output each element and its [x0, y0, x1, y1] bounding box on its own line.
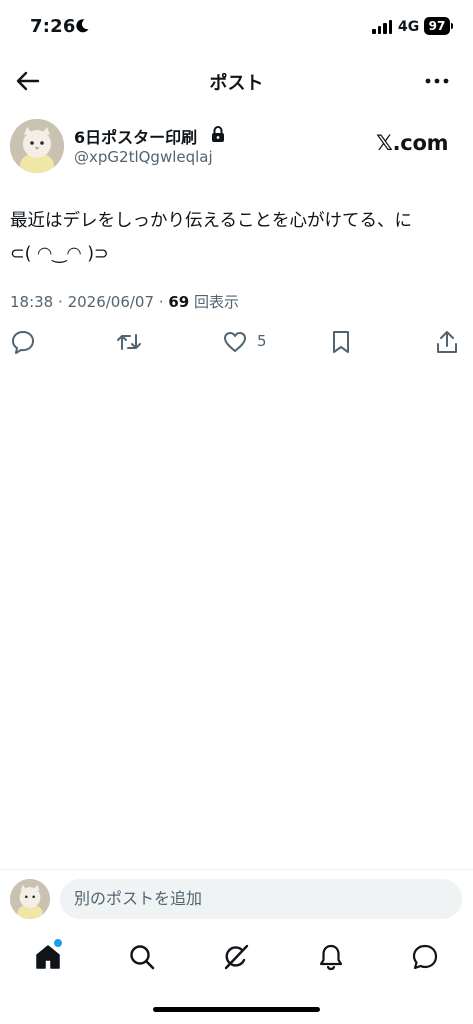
- bookmark-icon[interactable]: [328, 329, 354, 355]
- meta-separator: ·: [158, 293, 169, 311]
- my-avatar[interactable]: [10, 879, 50, 919]
- like-count[interactable]: 5: [257, 332, 267, 350]
- post-time: 18:38: [10, 293, 54, 311]
- author-handle[interactable]: @xpG2tlQgwleqlaj: [74, 148, 213, 166]
- grok-icon[interactable]: [221, 942, 251, 972]
- post-text-line-2: ⊂( ◠‿◠ )⊃: [10, 244, 109, 264]
- battery-icon: 97: [424, 17, 450, 35]
- post-meta: 18:38 · 2026/06/07 · 69 回表示: [10, 291, 239, 312]
- status-time: 7:26: [30, 16, 76, 37]
- network-type: 4G: [398, 19, 420, 35]
- signal-icon: [372, 20, 392, 34]
- notification-dot: [53, 938, 63, 948]
- views-label: 回表示: [194, 293, 240, 311]
- meta-separator: ·: [58, 293, 68, 311]
- post-text: 最近はデレをしっかり伝えることを心がけてる、に ⊂( ◠‿◠ )⊃: [10, 205, 465, 271]
- search-icon[interactable]: [127, 942, 157, 972]
- author-name[interactable]: 6日ポスター印刷: [74, 124, 197, 148]
- share-icon[interactable]: [434, 329, 460, 355]
- source-label: 𝕏.com: [376, 131, 449, 155]
- like-icon[interactable]: [222, 329, 248, 355]
- reply-icon[interactable]: [10, 329, 36, 355]
- post-text-line-1: 最近はデレをしっかり伝えることを心がけてる、に: [10, 211, 412, 231]
- more-dots-icon[interactable]: [424, 68, 450, 94]
- avatar[interactable]: [10, 119, 64, 173]
- lock-icon: [212, 126, 224, 142]
- divider: [0, 869, 473, 870]
- repost-icon[interactable]: [116, 329, 142, 355]
- page-title: ポスト: [209, 73, 264, 94]
- notifications-icon[interactable]: [316, 942, 346, 972]
- moon-icon: [76, 19, 89, 33]
- views-count[interactable]: 69: [168, 293, 189, 311]
- messages-icon[interactable]: [410, 942, 440, 972]
- post-date: 2026/06/07: [67, 293, 155, 311]
- reply-input[interactable]: 別のポストを追加: [60, 879, 462, 919]
- home-indicator[interactable]: [153, 1007, 320, 1012]
- battery-tip: [451, 23, 453, 29]
